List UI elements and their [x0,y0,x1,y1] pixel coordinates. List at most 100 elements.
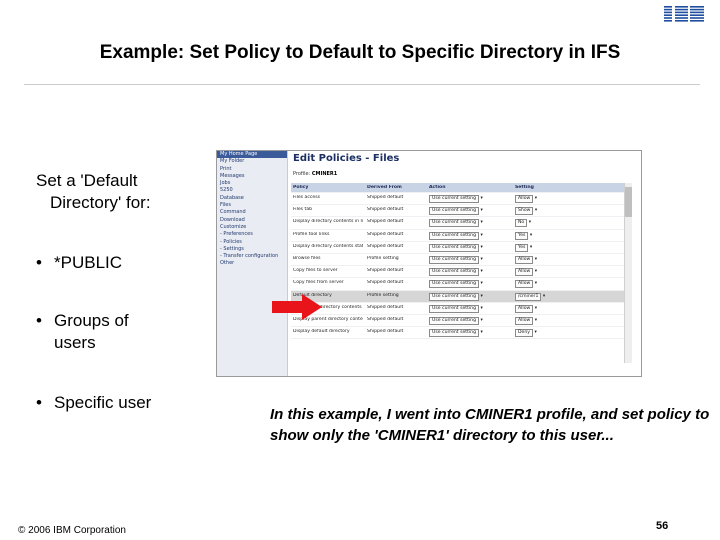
action-select-value[interactable]: Use current setting [429,280,479,289]
action-select-value[interactable]: Use current setting [429,195,479,203]
setting-select-value[interactable]: No [515,219,528,228]
setting-select[interactable]: Yes ▾ [515,243,555,252]
action-select[interactable]: Use current setting ▾ [429,316,509,325]
chevron-down-icon[interactable]: ▾ [527,220,531,225]
chevron-down-icon[interactable]: ▾ [528,233,532,238]
setting-select[interactable]: Allow ▾ [515,280,555,289]
action-select-value[interactable]: Use current setting [429,292,479,301]
chevron-down-icon[interactable]: ▾ [533,330,536,335]
setting-select-value[interactable]: Allow [515,280,534,289]
sidebar-item[interactable]: Database [217,195,287,202]
action-select-value[interactable]: Use current setting [429,231,479,240]
table-row[interactable]: Browse files Profile setting Use current s… [291,254,631,267]
table-row[interactable]: Display subdirectory contents Shipped def… [291,303,631,315]
chevron-down-icon[interactable]: ▾ [533,257,537,262]
chevron-down-icon[interactable]: ▾ [533,318,537,323]
setting-select[interactable]: Show ▾ [515,207,555,216]
chevron-down-icon[interactable]: ▾ [533,306,537,311]
action-select[interactable]: Use current setting ▾ [429,231,509,240]
table-row[interactable]: Default directory Profile setting Use curr… [291,290,631,303]
table-scrollbar[interactable] [624,183,632,363]
chevron-down-icon[interactable]: ▾ [479,208,482,213]
action-select-value[interactable]: Use current setting [429,329,479,338]
chevron-down-icon[interactable]: ▾ [479,281,482,286]
sidebar-item[interactable]: Messages [217,173,287,180]
setting-select-value[interactable]: Deny [515,329,533,338]
action-select-value[interactable]: Use current setting [429,219,479,228]
setting-select-value[interactable]: Allow [515,268,534,277]
chevron-down-icon[interactable]: ▾ [479,220,482,225]
chevron-down-icon[interactable]: ▾ [533,196,537,201]
setting-select[interactable]: Allow ▾ [515,255,555,264]
table-row[interactable]: Display default directory Shipped default… [291,327,631,340]
chevron-down-icon[interactable]: ▾ [479,294,482,299]
chevron-down-icon[interactable]: ▾ [479,318,482,323]
setting-select-value[interactable]: /cminer1 [515,292,542,301]
action-select[interactable]: Use current setting ▾ [429,268,509,277]
setting-select[interactable]: Allow ▾ [515,268,555,277]
setting-select[interactable]: No ▾ [515,219,555,228]
chevron-down-icon[interactable]: ▾ [533,208,537,213]
table-row[interactable]: Copy files to server Shipped default Use c… [291,266,631,279]
sidebar-item[interactable]: - Preferences [217,231,287,238]
action-select-value[interactable]: Use current setting [429,243,479,252]
sidebar-item[interactable]: Customize [217,224,287,231]
chevron-down-icon[interactable]: ▾ [479,269,482,274]
scrollbar-thumb[interactable] [625,187,632,217]
setting-select[interactable]: Allow ▾ [515,304,555,313]
chevron-down-icon[interactable]: ▾ [479,196,482,201]
action-select[interactable]: Use current setting ▾ [429,304,509,313]
action-select-value[interactable]: Use current setting [429,207,479,216]
setting-select-value[interactable]: Yes [515,231,529,240]
chevron-down-icon[interactable]: ▾ [479,245,482,250]
table-row[interactable]: Display directory contents in new window… [291,217,631,230]
setting-select[interactable]: Allow ▾ [515,316,555,325]
setting-select-value[interactable]: Allow [515,304,534,313]
action-select[interactable]: Use current setting ▾ [429,219,509,228]
table-row[interactable]: Display directory contents statistics Shi… [291,242,631,254]
sidebar-item[interactable]: My Folder [217,158,287,165]
chevron-down-icon[interactable]: ▾ [533,281,537,286]
setting-select[interactable]: /cminer1 ▾ [515,292,555,301]
setting-select-value[interactable]: Allow [515,255,534,264]
chevron-down-icon[interactable]: ▾ [479,233,482,238]
sidebar-item[interactable]: Print [217,166,287,173]
setting-select-value[interactable]: Yes [515,243,529,252]
sidebar-item[interactable]: 5250 [217,187,287,194]
setting-select[interactable]: Yes ▾ [515,231,555,240]
action-select-value[interactable]: Use current setting [429,304,479,313]
table-row[interactable]: Files access Shipped default Use current s… [291,193,631,206]
action-select[interactable]: Use current setting ▾ [429,292,509,301]
action-select-value[interactable]: Use current setting [429,316,479,325]
sidebar-item[interactable]: Files [217,202,287,209]
table-row[interactable]: Profile tool links Shipped default Use cur… [291,230,631,242]
action-select[interactable]: Use current setting ▾ [429,243,509,252]
action-select-value[interactable]: Use current setting [429,255,479,264]
setting-select[interactable]: Deny ▾ [515,329,555,338]
setting-select-value[interactable]: Allow [515,316,534,325]
sidebar-item[interactable]: My Home Page [217,151,287,159]
action-select[interactable]: Use current setting ▾ [429,207,509,216]
sidebar-item[interactable]: - Transfer configuration [217,253,287,260]
setting-select-value[interactable]: Show [515,207,534,216]
chevron-down-icon[interactable]: ▾ [528,245,532,250]
sidebar-item[interactable]: - Settings [217,246,287,253]
table-row[interactable]: Copy files from server Shipped default Use… [291,278,631,291]
chevron-down-icon[interactable]: ▾ [541,294,545,299]
chevron-down-icon[interactable]: ▾ [479,306,482,311]
chevron-down-icon[interactable]: ▾ [533,269,537,274]
table-row[interactable]: Display parent directory contents Shipped… [291,315,631,328]
setting-select-value[interactable]: Allow [515,195,534,203]
action-select[interactable]: Use current setting ▾ [429,255,509,264]
table-row[interactable]: Files tab Shipped default Use current sett… [291,205,631,218]
sidebar-item[interactable]: Download [217,217,287,224]
sidebar-item[interactable]: Jobs [217,180,287,187]
sidebar-item[interactable]: Command [217,209,287,216]
sidebar-item[interactable]: - Policies [217,239,287,246]
action-select[interactable]: Use current setting ▾ [429,329,509,338]
chevron-down-icon[interactable]: ▾ [479,257,482,262]
action-select[interactable]: Use current setting ▾ [429,195,509,203]
chevron-down-icon[interactable]: ▾ [479,330,482,335]
action-select-value[interactable]: Use current setting [429,268,479,277]
setting-select[interactable]: Allow ▾ [515,195,555,203]
